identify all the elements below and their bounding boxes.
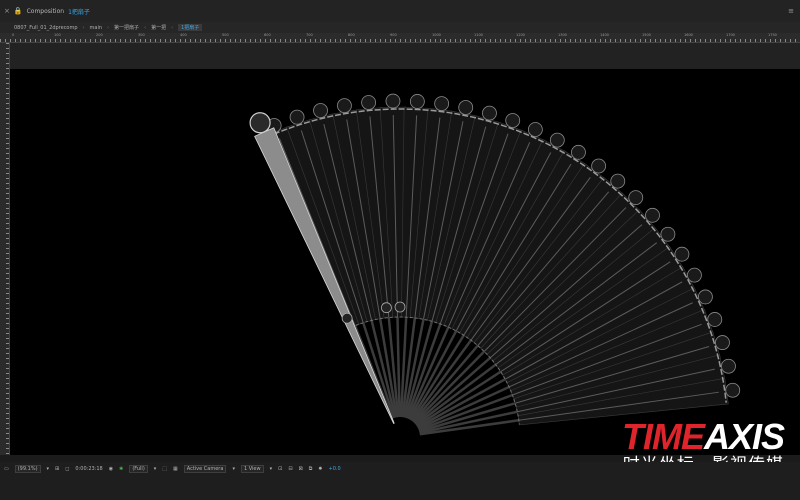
ruler-tick-label: 400 xyxy=(180,33,187,37)
grid-icon[interactable]: ⊞ xyxy=(55,466,59,472)
fan-ornament xyxy=(707,312,723,327)
brand-logo: TIMEAXIS xyxy=(554,419,785,455)
fan-ornament xyxy=(527,122,543,137)
transparency-grid-icon[interactable]: ▦ xyxy=(173,466,178,472)
chevron-right-icon: ‹ xyxy=(107,24,110,31)
ruler-tick-label: 100 xyxy=(54,33,61,37)
fan-ornament xyxy=(289,109,305,125)
ruler-tick-label: 900 xyxy=(390,33,397,37)
fan-ornament xyxy=(725,382,741,398)
ruler-tick-label: 1200 xyxy=(516,33,525,37)
ruler-tick-label: 500 xyxy=(222,33,229,37)
ruler-tick-label: 1000 xyxy=(432,33,441,37)
fan-ornament xyxy=(698,289,713,305)
lock-icon[interactable]: 🔒 xyxy=(14,7,23,15)
ruler-tick-label: 1300 xyxy=(558,33,567,37)
camera-icon[interactable]: ◉ xyxy=(109,466,113,472)
ruler-tick-label: 600 xyxy=(264,33,271,37)
fan-ornament xyxy=(721,358,736,374)
fan-ornament xyxy=(674,246,690,262)
fan-ornament xyxy=(687,267,702,283)
dropdown-icon[interactable]: ▾ xyxy=(154,466,157,472)
fan-ornament xyxy=(361,95,377,110)
fan-knob xyxy=(394,301,406,313)
always-preview-icon[interactable]: ▭ xyxy=(4,466,9,472)
brand-logo-time: TIME xyxy=(621,416,705,457)
panel-label: Composition xyxy=(26,7,65,15)
fan-ornament xyxy=(385,93,401,109)
ruler-tick-label: 1400 xyxy=(600,33,609,37)
ruler-tick-label: 1500 xyxy=(642,33,651,37)
composition-name[interactable]: 1把扇子 xyxy=(68,7,90,16)
exposure-icon[interactable]: ✹ xyxy=(318,466,322,472)
dropdown-icon[interactable]: ▾ xyxy=(47,466,50,472)
fan-stick xyxy=(413,350,486,424)
fan-ornament xyxy=(715,335,730,350)
flowchart-icon[interactable]: ⧉ xyxy=(309,466,313,472)
ruler-tick-label: 1100 xyxy=(474,33,483,37)
viewer-toolbar: ▭ (99.1%) ▾ ⊞ ◻ 0:00:23:18 ◉ ❀ (Full) ▾ … xyxy=(0,462,800,500)
resolution-select[interactable]: (Full) xyxy=(129,465,148,473)
ruler-tick-label: 0 xyxy=(12,33,15,37)
fan-ornament xyxy=(313,103,328,118)
dropdown-icon[interactable]: ▾ xyxy=(270,466,273,472)
ruler-tick-label: 200 xyxy=(96,33,103,37)
color-wheel-icon[interactable]: ❀ xyxy=(119,466,123,472)
ruler-tick-label: 300 xyxy=(138,33,145,37)
fast-previews-icon[interactable]: ⊟ xyxy=(288,466,292,472)
breadcrumb-item-active[interactable]: 1把扇子 xyxy=(178,24,203,31)
ruler-tick-label: 800 xyxy=(348,33,355,37)
dropdown-icon[interactable]: ▾ xyxy=(232,466,235,472)
fan-ornament xyxy=(458,100,474,115)
exposure-value[interactable]: +0.0 xyxy=(329,466,341,472)
breadcrumb-item[interactable]: 第一把扇子 xyxy=(114,24,139,31)
breadcrumb-item[interactable]: 第一把 xyxy=(151,24,166,31)
folding-fan-artwork xyxy=(249,93,741,436)
pasteboard xyxy=(10,43,800,69)
fan-ornament xyxy=(505,113,521,128)
fan-knob xyxy=(381,302,392,314)
composition-panel-header: × 🔒 Composition 1把扇子 ≡ xyxy=(0,0,800,22)
fan-ornament xyxy=(660,226,676,242)
menu-icon[interactable]: ≡ xyxy=(788,7,794,15)
current-time[interactable]: 0:00:23:18 xyxy=(75,466,102,472)
fan-knob xyxy=(341,312,353,324)
breadcrumb-item[interactable]: 0807_Full_01_2dprecomp xyxy=(14,25,78,31)
fan-ornament xyxy=(645,207,660,223)
zoom-select[interactable]: (99.1%) xyxy=(14,465,41,473)
close-icon[interactable]: × xyxy=(4,7,10,15)
vertical-ruler[interactable] xyxy=(0,43,10,455)
ruler-tick-label: 1750 xyxy=(768,33,777,37)
region-of-interest-icon[interactable]: ⬚ xyxy=(162,466,167,472)
camera-select[interactable]: Active Camera xyxy=(183,465,227,473)
fan-ornament xyxy=(591,158,607,174)
horizontal-ruler[interactable]: 0 100 200 300 400 500 600 700 800 900 1000 1100 1200… xyxy=(0,33,800,43)
fan-ornament xyxy=(409,94,425,109)
chevron-right-icon: ‹ xyxy=(82,24,85,31)
chevron-right-icon: ‹ xyxy=(144,24,147,31)
composition-viewer[interactable] xyxy=(10,69,800,455)
view-layout-select[interactable]: 1 View xyxy=(240,465,264,473)
fan-guard-finial xyxy=(249,112,271,134)
fan-ornament xyxy=(610,173,626,189)
timeline-icon[interactable]: ⊠ xyxy=(299,466,303,472)
brand-logo-axis: AXIS xyxy=(703,416,785,457)
ruler-tick-label: 700 xyxy=(306,33,313,37)
fan-ornament xyxy=(571,144,586,160)
ruler-tick-label: 1600 xyxy=(684,33,693,37)
fan-ornament xyxy=(482,105,497,121)
pixel-aspect-icon[interactable]: ⊡ xyxy=(278,466,282,472)
breadcrumb-item[interactable]: main xyxy=(90,25,103,31)
fan-ornament xyxy=(434,96,450,111)
composition-breadcrumb: 0807_Full_01_2dprecomp ‹ main ‹ 第一把扇子 ‹ … xyxy=(0,22,800,33)
ruler-tick-label: 1700 xyxy=(726,33,735,37)
fan-ornament xyxy=(337,98,352,114)
chevron-right-icon: ‹ xyxy=(171,24,174,31)
fan-ornament xyxy=(628,190,644,205)
mask-visibility-icon[interactable]: ◻ xyxy=(65,466,69,472)
fan-ornament xyxy=(549,132,565,148)
